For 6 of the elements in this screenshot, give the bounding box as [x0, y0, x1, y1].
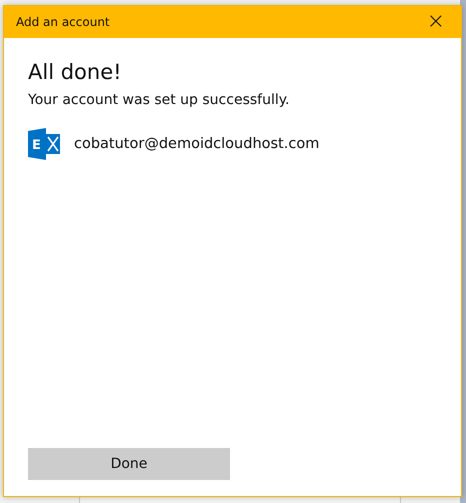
heading: All done!: [28, 60, 123, 84]
account-email: cobatutor@demoidcloudhost.com: [74, 136, 320, 152]
message: Your account was set up successfully.: [28, 92, 290, 108]
dialog-title: Add an account: [16, 15, 110, 29]
done-button[interactable]: Done: [28, 448, 230, 480]
close-button[interactable]: ×: [422, 12, 449, 32]
